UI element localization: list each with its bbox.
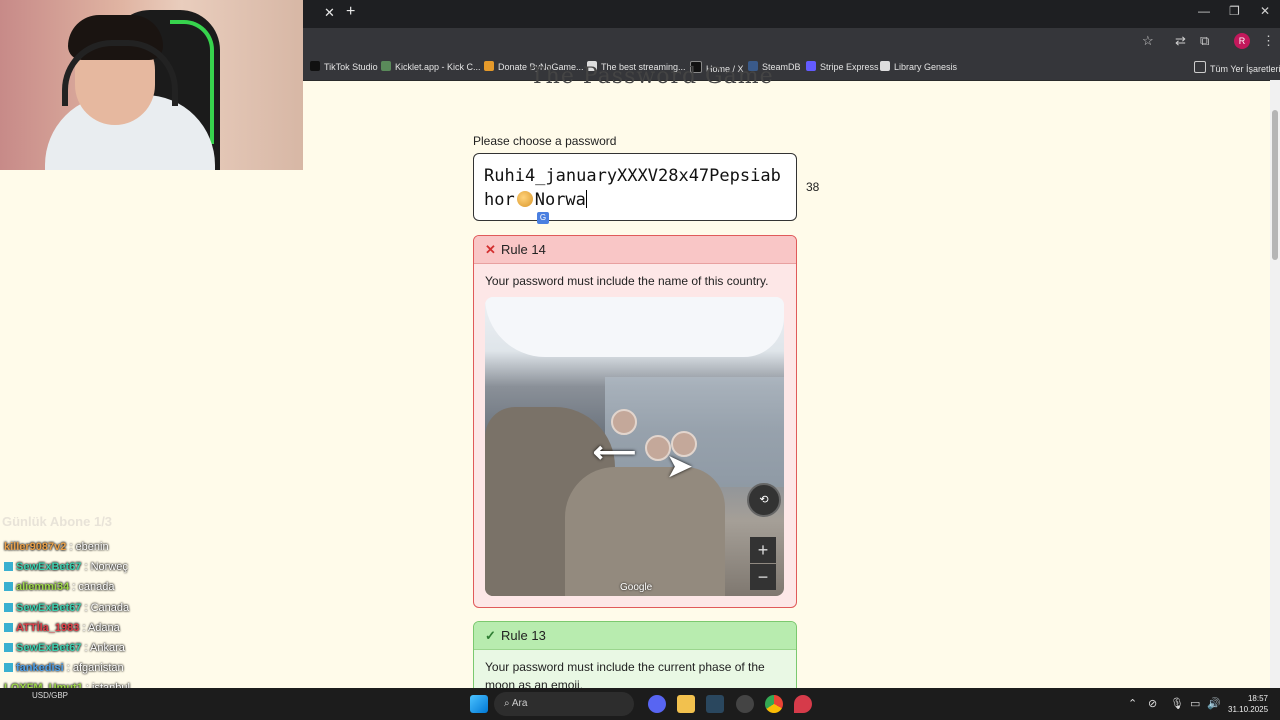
subscriber-badge-icon [4,582,13,592]
character-count: 38 [806,180,820,194]
discord-icon[interactable] [648,695,666,713]
chat-message: SewExBet67 : Canada [4,602,129,614]
rock-center [565,467,725,596]
snow-bank [485,297,784,357]
all-bookmarks[interactable]: Tüm Yer İşaretleri [1194,61,1280,74]
chat-title: Günlük Abone 1/3 [2,514,113,529]
bynogame-icon [484,61,494,71]
kicklet-icon [381,61,391,71]
password-input[interactable]: Ruhi4_januaryXXXV28x47Pepsiabhor Norwa [473,153,797,221]
close-tab-icon[interactable]: ✕ [324,5,335,21]
street-view-map[interactable]: ⟵ ➤ ⟲ + − Google [485,297,784,596]
taskbar-search[interactable]: ⌕ Ara [494,692,634,716]
book-icon [880,61,890,71]
subscriber-badge-icon [4,622,13,632]
chat-message: SewExBet67 : Norweç [4,561,128,573]
chat-text: : Canada [84,601,130,614]
close-window-icon[interactable]: ✕ [1260,4,1270,18]
volume-icon[interactable]: 🔊 [1207,697,1221,710]
translate-icon[interactable]: ⇄ [1175,33,1186,49]
extensions-icon[interactable]: ⧉ [1200,33,1209,49]
bookmark-stripe[interactable]: Stripe Express [806,61,879,72]
google-attribution: Google [620,582,653,593]
cross-icon: ✕ [485,242,496,257]
chat-username: killer9087v2 [4,541,67,553]
chat-username: fankedisi [16,662,64,675]
file-explorer-icon[interactable] [677,695,695,713]
bookmark-libgen[interactable]: Library Genesis [880,61,957,72]
bookmark-kicklet[interactable]: Kicklet.app - Kick C... [381,61,481,72]
chat-username: SewExBet67 [16,642,82,654]
tray-chevron-icon[interactable]: ⌃ [1128,697,1137,710]
steam-icon[interactable] [706,695,724,713]
scroll-thumb[interactable] [1272,110,1278,260]
subscriber-badge-icon [4,602,13,612]
bookmark-star-icon[interactable]: ☆ [1142,33,1154,49]
maps-pin-icon[interactable] [794,695,812,713]
taskbar: USD/GBP ⌕ Ara ⌃ ⊘ 🎙 ▭ 🔊 18:57 31.10.2025 [0,688,1280,720]
subscriber-badge-icon [4,663,13,673]
password-value: Ruhi4_januaryXXXV28x47Pepsiabhor Norwa [484,166,781,210]
page-scrollbar[interactable] [1270,80,1280,688]
rule-14-header: ✕ Rule 14 [474,236,796,264]
clock[interactable]: 18:57 31.10.2025 [1228,693,1268,715]
chat-text: : Norweç [84,561,128,574]
chat-username: aliemmi34 [16,581,70,594]
chat-text: : ebenin [69,541,109,553]
chat-text: : Ankara [84,642,125,654]
chat-text: : afganistan [66,662,124,675]
chat-message: aliemmi34 : canada [4,581,114,593]
nav-arrow-left-icon[interactable]: ⟵ [593,435,636,470]
obs-icon[interactable] [736,695,754,713]
restore-icon[interactable]: ❐ [1229,4,1240,18]
check-icon: ✓ [485,628,496,643]
nav-arrow-right-icon[interactable]: ➤ [667,449,692,484]
compass-icon[interactable]: ⟲ [747,483,781,517]
new-tab-icon[interactable]: + [346,3,355,21]
chat-username: SewExBet67 [16,601,82,614]
chat-text: : canada [72,581,115,594]
profile-avatar[interactable]: R [1234,33,1250,49]
page-title: The Password Game [530,64,774,89]
rule-14-description: Your password must include the name of t… [485,274,769,288]
chat-username: ATTİla_1983 [16,621,80,634]
rule-14-card: ✕ Rule 14 Your password must include the … [473,235,797,608]
subscriber-badge-icon [4,643,13,652]
password-label: Please choose a password [473,134,617,148]
search-icon: ⌕ [504,698,510,709]
monkey [611,409,637,435]
network-icon[interactable]: ⊘ [1148,697,1157,710]
tiktok-icon [310,61,320,71]
display-icon[interactable]: ▭ [1190,697,1200,710]
menu-icon[interactable]: ⋮ [1262,33,1275,49]
bookmark-tiktok[interactable]: TikTok Studio [310,61,378,72]
zoom-out-icon[interactable]: − [750,564,776,590]
chat-text: : Adana [82,621,120,634]
rule-13-header: ✓ Rule 13 [474,622,796,650]
minimize-icon[interactable]: — [1198,4,1210,18]
folder-icon [1194,61,1206,73]
subscriber-badge-icon [4,562,13,572]
chat-username: SewExBet67 [16,561,82,574]
windows-start-icon[interactable] [470,695,488,713]
ticker: USD/GBP [32,691,69,700]
stripe-icon [806,61,816,71]
chat-message: fankedisi : afganistan [4,662,124,674]
chat-message: SewExBet67 : Ankara [4,642,125,654]
chat-message: ATTİla_1983 : Adana [4,622,120,634]
chrome-icon[interactable] [765,695,783,713]
webcam-overlay [0,0,303,170]
chat-message: killer9087v2 : ebenin [4,541,109,553]
microphone-icon[interactable]: 🎙 [1170,697,1184,710]
translate-popup-icon[interactable]: G [537,212,549,224]
zoom-in-icon[interactable]: + [750,537,776,563]
text-caret [585,190,587,208]
moon-emoji-icon [516,191,533,207]
